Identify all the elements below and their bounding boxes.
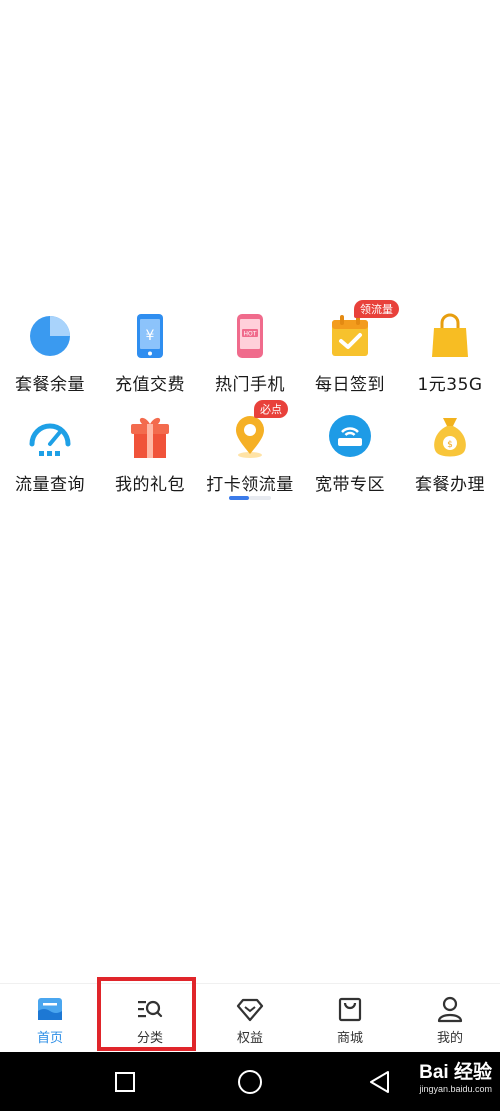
- svg-text:HOT: HOT: [244, 331, 257, 338]
- tab-mine[interactable]: 我的: [400, 984, 500, 1053]
- grid-item-label: 宽带专区: [315, 475, 385, 495]
- grid-item-1yuan-35g[interactable]: 1元35G: [400, 290, 500, 395]
- diamond-icon: [235, 994, 265, 1024]
- tab-mall[interactable]: 商城: [300, 984, 400, 1053]
- grid-item-data-query[interactable]: 流量查询: [0, 390, 100, 495]
- page-indicator-inactive: [249, 496, 271, 500]
- grid-item-checkin-data[interactable]: 必点 打卡领流量: [200, 390, 300, 495]
- page-indicator: [229, 496, 271, 500]
- grid-item-label: 打卡领流量: [206, 475, 294, 495]
- user-icon: [435, 994, 465, 1024]
- tab-label: 我的: [436, 1031, 463, 1046]
- badge-must-click: 必点: [254, 400, 288, 418]
- shopping-bag-outline-icon: [335, 994, 365, 1024]
- tab-label: 首页: [36, 1031, 63, 1046]
- grid-item-label: 流量查询: [15, 475, 85, 495]
- home-icon: [35, 994, 65, 1024]
- grid-item-daily-checkin[interactable]: 领流量 每日签到: [300, 290, 400, 395]
- grid-item-label: 我的礼包: [115, 475, 185, 495]
- badge-get-data: 领流量: [354, 300, 399, 318]
- square-icon: [115, 1072, 135, 1092]
- phone-yuan-icon: ¥: [126, 312, 174, 360]
- shopping-bag-icon: [426, 312, 474, 360]
- highlight-box: [97, 977, 196, 1051]
- circle-icon: [238, 1070, 262, 1094]
- back-triangle-icon: [370, 1071, 389, 1093]
- tab-benefits[interactable]: 权益: [200, 984, 300, 1053]
- grid-item-hot-phones[interactable]: HOT 热门手机: [200, 290, 300, 395]
- quick-service-grid: 套餐余量 ¥ 充值交费 HOT 热门手机 领流量 每日签到 1元35G 流量查询…: [0, 290, 500, 510]
- tab-label: 权益: [236, 1031, 263, 1046]
- grid-item-plan-handling[interactable]: $ 套餐办理: [400, 390, 500, 495]
- grid-item-package-balance[interactable]: 套餐余量: [0, 290, 100, 395]
- money-bag-icon: $: [426, 412, 474, 460]
- grid-item-recharge[interactable]: ¥ 充值交费: [100, 290, 200, 395]
- svg-text:$: $: [447, 440, 453, 450]
- grid-item-label: 套餐办理: [415, 475, 485, 495]
- svg-text:¥: ¥: [146, 328, 155, 344]
- home-button[interactable]: [237, 1069, 263, 1099]
- location-pin-icon: 必点: [226, 400, 288, 460]
- page-indicator-active: [229, 496, 249, 500]
- bottom-tab-bar: 首页 分类 权益 商城 我的: [0, 983, 500, 1053]
- watermark: Bai 经验 jingyan.baidu.com: [419, 1063, 492, 1095]
- router-icon: [326, 412, 374, 460]
- watermark-brand: Bai 经验: [419, 1062, 492, 1083]
- pie-chart-icon: [26, 312, 74, 360]
- tab-label: 商城: [336, 1031, 363, 1046]
- watermark-url: jingyan.baidu.com: [419, 1084, 492, 1094]
- back-button[interactable]: [368, 1070, 390, 1098]
- grid-item-my-gifts[interactable]: 我的礼包: [100, 390, 200, 495]
- gift-icon: [126, 412, 174, 460]
- hot-phone-icon: HOT: [226, 312, 274, 360]
- tab-home[interactable]: 首页: [0, 984, 100, 1053]
- calendar-check-icon: 领流量: [326, 300, 399, 360]
- grid-item-broadband[interactable]: 宽带专区: [300, 390, 400, 495]
- speedometer-icon: [26, 412, 74, 460]
- recent-apps-button[interactable]: [114, 1071, 136, 1097]
